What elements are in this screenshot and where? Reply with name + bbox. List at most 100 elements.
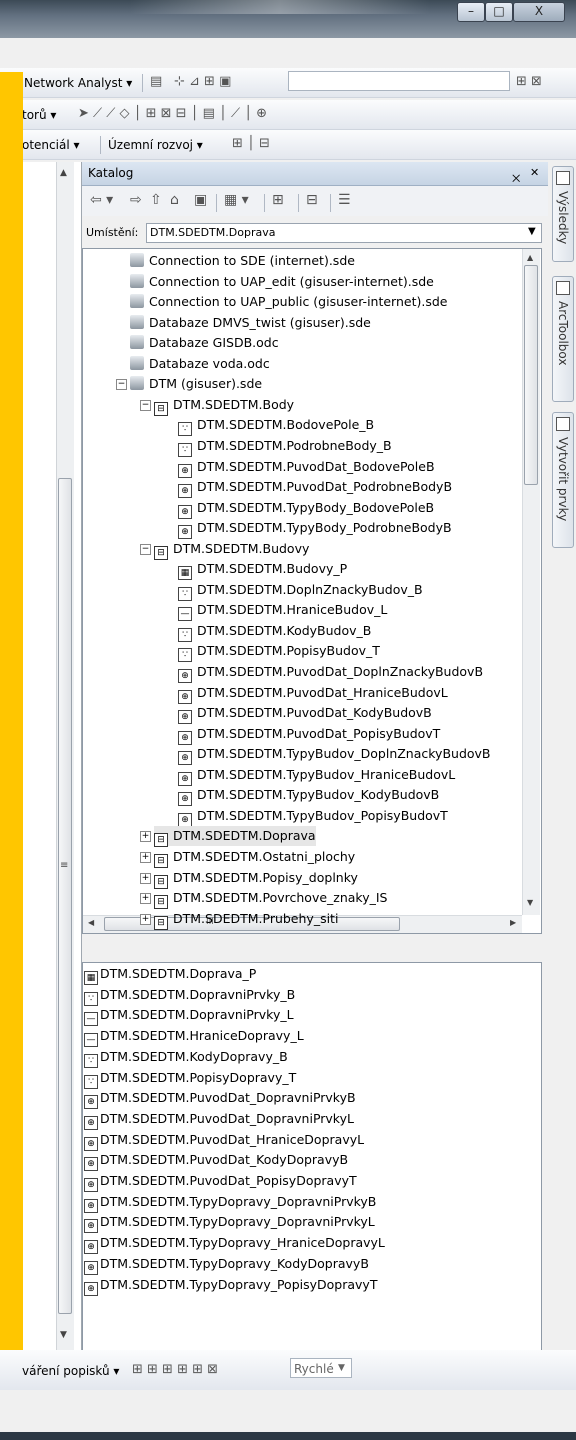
connect-folder-icon[interactable]: ▣: [194, 192, 207, 208]
home-icon[interactable]: ⌂: [170, 192, 179, 208]
network-window-icon[interactable]: ▤: [150, 74, 162, 89]
tree-item[interactable]: Databaze DMVS_twist (gisuser).sde: [130, 313, 371, 333]
contents-item[interactable]: ⊕ DTM.SDEDTM.TypyDopravy_KodyDopravyB: [84, 1254, 369, 1275]
contents-item[interactable]: ⊕ DTM.SDEDTM.TypyDopravy_PopisyDopravyT: [84, 1275, 377, 1296]
tree-expander[interactable]: −: [140, 544, 151, 555]
tree-item[interactable]: ⊟ DTM.SDEDTM.Ostatni_plochy: [154, 847, 355, 868]
uzemni-rozvoj-menu[interactable]: Územní rozvoj ▾: [108, 138, 203, 152]
tree-expander[interactable]: +: [140, 893, 151, 904]
tree-expander[interactable]: +: [140, 831, 151, 842]
contents-item[interactable]: ⊕ DTM.SDEDTM.PuvodDat_KodyDopravyB: [84, 1150, 348, 1171]
contents-item[interactable]: — DTM.SDEDTM.HraniceDopravy_L: [84, 1026, 304, 1047]
rel-icon: ⊕: [178, 464, 192, 478]
tree-scroll-right-icon[interactable]: ▶: [510, 918, 516, 927]
views-icon[interactable]: ▦ ▾: [224, 192, 249, 208]
tree-item[interactable]: DTM (gisuser).sde: [130, 374, 262, 394]
tree-item[interactable]: ⊕ DTM.SDEDTM.PuvodDat_PopisyBudovT: [178, 724, 440, 745]
tree-item[interactable]: ⊟ DTM.SDEDTM.Doprava: [154, 826, 316, 847]
tree-item[interactable]: Databaze voda.odc: [130, 354, 270, 374]
tree-item[interactable]: ⊟ DTM.SDEDTM.Body: [154, 395, 294, 416]
tree-item[interactable]: ⊕ DTM.SDEDTM.PuvodDat_DoplnZnackyBudovB: [178, 662, 483, 683]
contents-item[interactable]: ⊕ DTM.SDEDTM.TypyDopravy_DopravniPrvkyB: [84, 1192, 376, 1213]
options-icon[interactable]: ☰: [338, 192, 351, 208]
side-tab-arctoolbox[interactable]: ArcToolbox: [552, 276, 574, 402]
contents-item[interactable]: ⊕ DTM.SDEDTM.TypyDopravy_DopravniPrvkyL: [84, 1212, 375, 1233]
tree-item[interactable]: ⊕ DTM.SDEDTM.TypyBody_BodovePoleB: [178, 498, 434, 519]
contents-item[interactable]: ∵ DTM.SDEDTM.PopisyDopravy_T: [84, 1068, 296, 1089]
chevron-down-icon[interactable]: ▼: [528, 226, 536, 237]
tree-item[interactable]: ⊕ DTM.SDEDTM.PuvodDat_PodrobneBodyB: [178, 477, 452, 498]
contents-item[interactable]: ∵ DTM.SDEDTM.DopravniPrvky_B: [84, 985, 295, 1006]
up-one-level-icon[interactable]: ⇧: [150, 192, 162, 208]
tree-item[interactable]: ∵ DTM.SDEDTM.KodyBudov_B: [178, 621, 371, 642]
tree-item[interactable]: ▦ DTM.SDEDTM.Budovy_P: [178, 559, 347, 580]
tree-expander[interactable]: +: [140, 914, 151, 925]
scroll-down-arrow-icon[interactable]: ▼: [60, 1330, 67, 1340]
edit-tool-arrow-icon[interactable]: ➤ ⟋ ⟋ ◇ │ ⊞ ⊠ ⊟ │ ▤ │ ⟋ │ ⊕: [78, 106, 267, 121]
contents-item[interactable]: ⊕ DTM.SDEDTM.PuvodDat_HraniceDopravyL: [84, 1130, 364, 1151]
contents-item[interactable]: ⊕ DTM.SDEDTM.PuvodDat_PopisyDopravyT: [84, 1171, 357, 1192]
layer-tool-icon[interactable]: ⊞ │ ⊟: [232, 136, 270, 151]
contents-item[interactable]: — DTM.SDEDTM.DopravniPrvky_L: [84, 1005, 294, 1026]
tree-expander[interactable]: +: [140, 873, 151, 884]
results-icon: [556, 171, 570, 185]
close-icon[interactable]: ✕: [530, 166, 539, 179]
tree-expander[interactable]: −: [116, 379, 127, 390]
tree-item[interactable]: ⊟ DTM.SDEDTM.Budovy: [154, 539, 309, 560]
tree-item[interactable]: ⊟ DTM.SDEDTM.Povrchove_znaky_IS: [154, 888, 387, 909]
network-analyst-menu[interactable]: Network Analyst ▾: [24, 76, 132, 90]
tree-item[interactable]: ∵ DTM.SDEDTM.DoplnZnackyBudov_B: [178, 580, 423, 601]
tree-item[interactable]: — DTM.SDEDTM.HraniceBudov_L: [178, 600, 387, 621]
tree-item[interactable]: ⊕ DTM.SDEDTM.PuvodDat_HraniceBudovL: [178, 683, 448, 704]
tree-scroll-up-icon[interactable]: ▲: [527, 253, 533, 262]
close-window-button[interactable]: X: [513, 2, 565, 22]
tree-item[interactable]: ⊕ DTM.SDEDTM.TypyBudov_PopisyBudovT: [178, 806, 448, 827]
forward-arrow-icon[interactable]: ⇨: [130, 192, 142, 208]
network-build-icon[interactable]: ⊞ ⊠: [516, 74, 542, 89]
contents-item[interactable]: ⊕ DTM.SDEDTM.PuvodDat_DopravniPrvkyL: [84, 1109, 354, 1130]
network-combo[interactable]: [288, 71, 510, 91]
tree-item[interactable]: ⊟ DTM.SDEDTM.Popisy_doplnky: [154, 868, 358, 889]
back-arrow-icon[interactable]: ⇦ ▾: [90, 192, 113, 208]
new-item-icon[interactable]: ⊞: [272, 192, 284, 208]
contents-item-label: DTM.SDEDTM.PuvodDat_DopravniPrvkyL: [100, 1111, 354, 1126]
potencial-menu[interactable]: otenciál ▾: [22, 138, 80, 152]
tree-scroll-down-icon[interactable]: ▼: [527, 898, 533, 907]
toggle-tree-icon[interactable]: ⊟: [306, 192, 318, 208]
side-tab-vytvorit-prvky[interactable]: Vytvořit prvky: [552, 412, 574, 548]
contents-item[interactable]: ▦ DTM.SDEDTM.Doprava_P: [84, 964, 256, 985]
minimize-button[interactable]: –: [457, 2, 485, 22]
label-manager-icon[interactable]: ⊞ ⊞ ⊞ ⊞ ⊞ ⊠: [132, 1362, 218, 1377]
point-icon: ∵: [84, 992, 98, 1006]
tree-item[interactable]: ⊕ DTM.SDEDTM.TypyBody_PodrobneBodyB: [178, 518, 452, 539]
tree-item[interactable]: ⊕ DTM.SDEDTM.PuvodDat_KodyBudovB: [178, 703, 432, 724]
tree-item[interactable]: ⊟ DTM.SDEDTM.Prubehy_siti: [154, 909, 338, 930]
tree-expander[interactable]: +: [140, 852, 151, 863]
contents-item[interactable]: ∵ DTM.SDEDTM.KodyDopravy_B: [84, 1047, 288, 1068]
editor-menu[interactable]: torů ▾: [22, 108, 56, 122]
contents-item[interactable]: ⊕ DTM.SDEDTM.PuvodDat_DopravniPrvkyB: [84, 1088, 356, 1109]
tree-scroll-left-icon[interactable]: ◀: [88, 918, 94, 927]
tree-item[interactable]: Connection to UAP_public (gisuser-intern…: [130, 292, 447, 312]
scroll-up-arrow-icon[interactable]: ▲: [60, 168, 67, 178]
tree-item[interactable]: Connection to UAP_edit (gisuser-internet…: [130, 272, 434, 292]
tree-scroll-thumb[interactable]: [524, 265, 538, 485]
tree-item[interactable]: ∵ DTM.SDEDTM.PopisyBudov_T: [178, 641, 380, 662]
chevron-down-icon[interactable]: ▼: [338, 1363, 345, 1373]
network-tools-icon[interactable]: ⊹ ⊿ ⊞ ▣: [174, 74, 231, 89]
tree-item[interactable]: ∵ DTM.SDEDTM.BodovePole_B: [178, 415, 374, 436]
tree-expander[interactable]: −: [140, 400, 151, 411]
maximize-button[interactable]: □: [485, 2, 513, 22]
labeling-menu[interactable]: váření popisků ▾: [22, 1364, 119, 1378]
rel-icon: ⊕: [178, 710, 192, 724]
tree-item[interactable]: Connection to SDE (internet).sde: [130, 251, 355, 271]
toc-scroll-thumb[interactable]: [58, 478, 72, 1314]
tree-item[interactable]: ⊕ DTM.SDEDTM.PuvodDat_BodovePoleB: [178, 457, 435, 478]
tree-item[interactable]: ∵ DTM.SDEDTM.PodrobneBody_B: [178, 436, 392, 457]
tree-item[interactable]: Databaze GISDB.odc: [130, 333, 279, 353]
tree-item[interactable]: ⊕ DTM.SDEDTM.TypyBudov_DoplnZnackyBudovB: [178, 744, 491, 765]
side-tab-vysledky[interactable]: Výsledky: [552, 166, 574, 262]
tree-item[interactable]: ⊕ DTM.SDEDTM.TypyBudov_HraniceBudovL: [178, 765, 455, 786]
tree-item[interactable]: ⊕ DTM.SDEDTM.TypyBudov_KodyBudovB: [178, 785, 439, 806]
contents-item[interactable]: ⊕ DTM.SDEDTM.TypyDopravy_HraniceDopravyL: [84, 1233, 385, 1254]
